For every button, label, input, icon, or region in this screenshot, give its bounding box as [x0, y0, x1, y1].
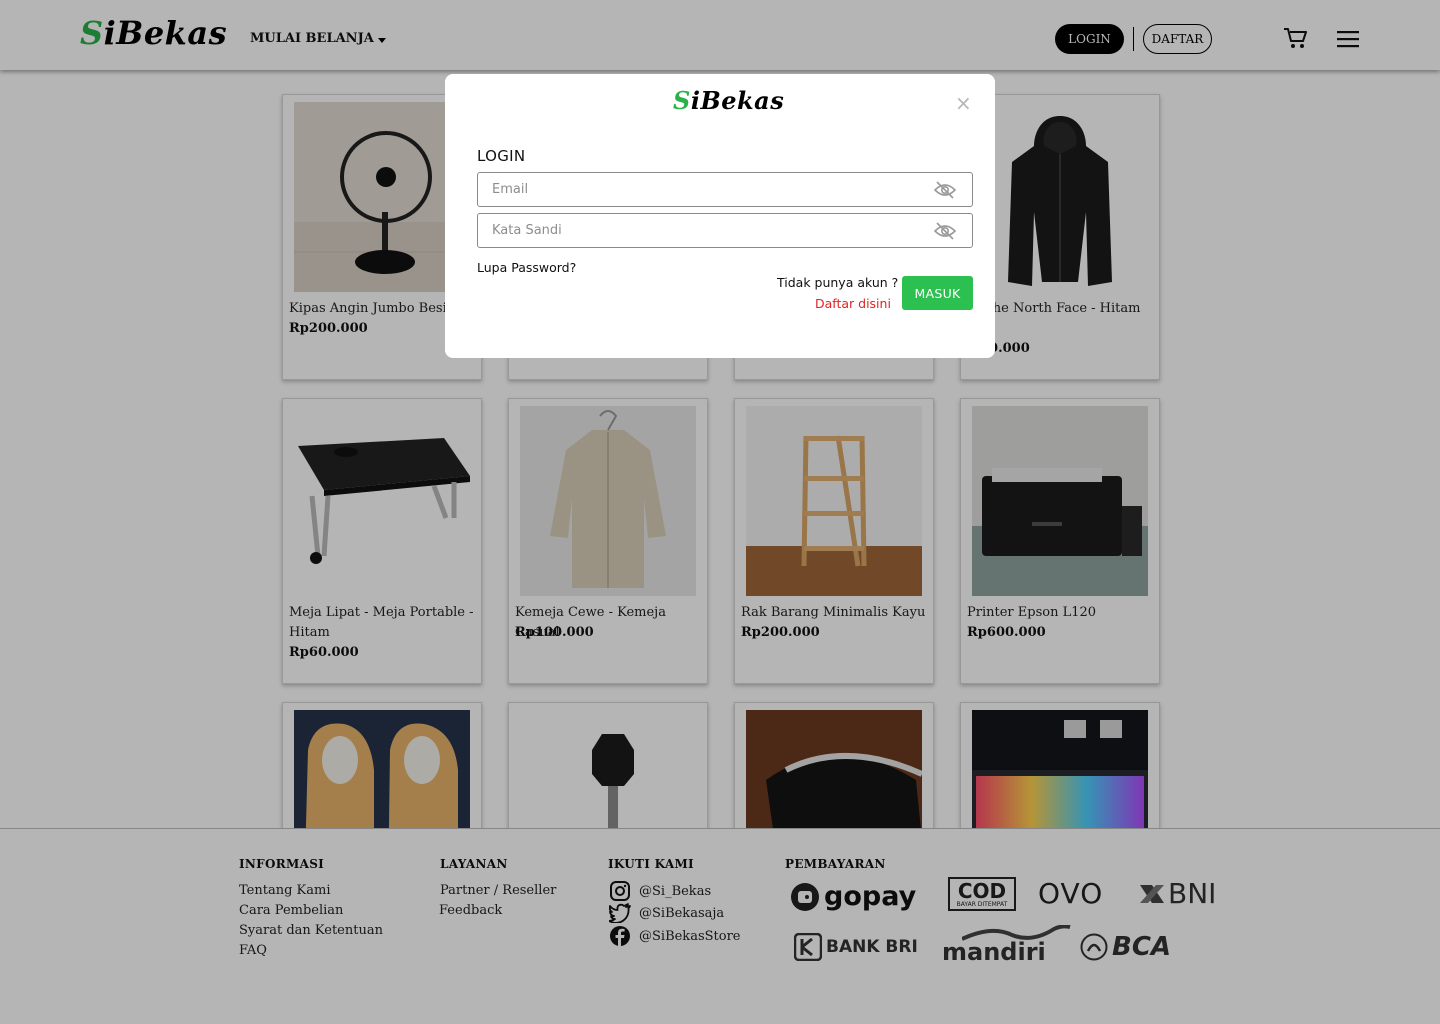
login-modal: SiBekas × LOGIN Lupa Password? Tidak pun… — [445, 74, 995, 358]
password-input[interactable] — [478, 214, 918, 247]
register-link[interactable]: Daftar disini — [815, 296, 891, 311]
modal-logo-s: S — [673, 86, 691, 115]
eye-off-icon[interactable] — [934, 180, 956, 200]
email-input[interactable] — [478, 173, 918, 206]
email-field — [477, 172, 973, 207]
forgot-password-link[interactable]: Lupa Password? — [477, 260, 576, 275]
eye-off-icon[interactable] — [934, 221, 956, 241]
modal-logo: SiBekas — [673, 86, 784, 115]
login-title: LOGIN — [477, 147, 526, 165]
modal-logo-text: iBekas — [690, 86, 785, 115]
password-field — [477, 213, 973, 248]
masuk-button[interactable]: MASUK — [902, 276, 973, 310]
close-icon[interactable]: × — [955, 93, 972, 113]
no-account-text: Tidak punya akun ? — [777, 275, 899, 290]
